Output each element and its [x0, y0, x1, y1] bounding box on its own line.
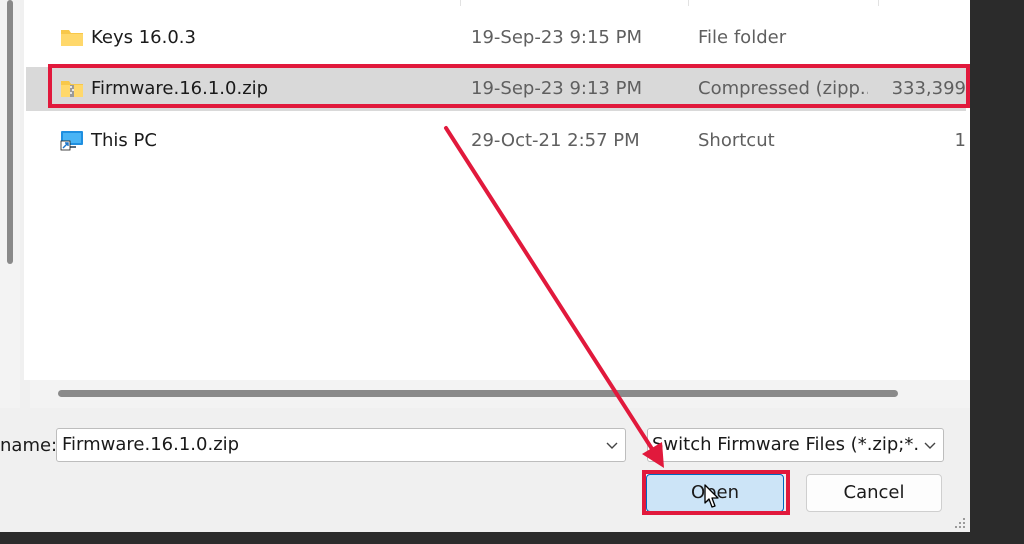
- navigation-scrollbar[interactable]: [7, 0, 13, 264]
- file-row-this-pc[interactable]: This PC 29-Oct-21 2:57 PM Shortcut 1: [26, 119, 966, 163]
- horizontal-scrollbar-thumb[interactable]: [58, 390, 898, 397]
- filetype-select[interactable]: Switch Firmware Files (*.zip;*.xci: [647, 428, 944, 462]
- column-divider[interactable]: [688, 0, 689, 6]
- file-date: 19-Sep-23 9:15 PM: [471, 27, 642, 48]
- file-name: Keys 16.0.3: [91, 27, 196, 48]
- zip-folder-icon: [61, 81, 83, 97]
- mouse-cursor-icon: [704, 484, 719, 508]
- file-type: File folder: [698, 27, 787, 48]
- navigation-pane: [0, 0, 20, 408]
- file-date: 29-Oct-21 2:57 PM: [471, 130, 640, 151]
- file-size: 333,399: [891, 78, 966, 99]
- column-divider[interactable]: [460, 0, 461, 6]
- window-frame-bottom: [0, 532, 1024, 544]
- file-size: 1: [954, 130, 966, 151]
- horizontal-scrollbar[interactable]: [30, 380, 970, 408]
- file-row-keys[interactable]: Keys 16.0.3 19-Sep-23 9:15 PM File folde…: [26, 16, 966, 60]
- cancel-button[interactable]: Cancel: [806, 474, 942, 512]
- filetype-value: Switch Firmware Files (*.zip;*.xci: [652, 434, 918, 455]
- this-pc-shortcut-icon: [60, 131, 83, 151]
- window-frame-right: [970, 0, 1024, 544]
- chevron-down-icon[interactable]: [605, 438, 619, 452]
- file-name: Firmware.16.1.0.zip: [91, 78, 269, 99]
- file-type: Shortcut: [698, 130, 775, 151]
- chevron-down-icon[interactable]: [923, 438, 937, 452]
- filename-input[interactable]: Firmware.16.1.0.zip: [62, 429, 239, 461]
- resize-grip-icon[interactable]: [951, 514, 967, 530]
- filename-combobox[interactable]: Firmware.16.1.0.zip: [56, 428, 626, 462]
- column-divider[interactable]: [878, 0, 879, 6]
- filename-label: name:: [0, 435, 58, 456]
- file-date: 19-Sep-23 9:13 PM: [471, 78, 642, 99]
- folder-icon: [61, 30, 83, 46]
- file-type: Compressed (zipp...: [698, 78, 868, 99]
- file-name: This PC: [91, 130, 157, 151]
- file-row-firmware-zip[interactable]: Firmware.16.1.0.zip 19-Sep-23 9:13 PM Co…: [26, 67, 966, 111]
